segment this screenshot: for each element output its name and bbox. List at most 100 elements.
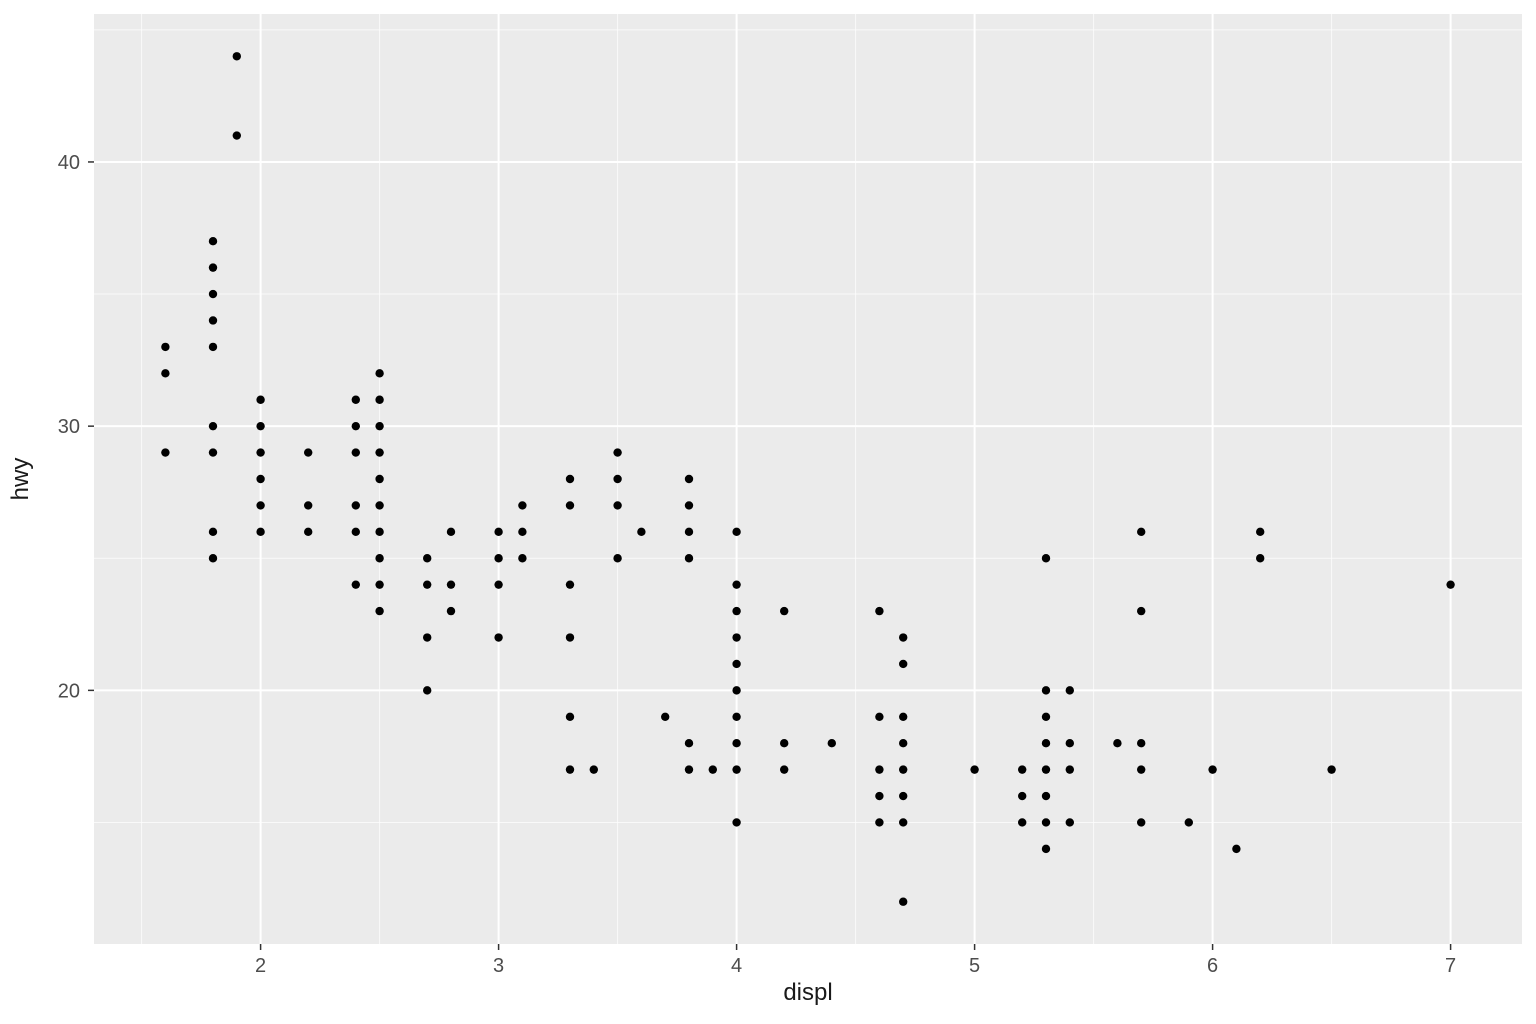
data-point <box>732 818 740 826</box>
data-point <box>1018 792 1026 800</box>
scatter-plot: 234567203040displhwy <box>0 0 1536 1024</box>
data-point <box>161 369 169 377</box>
data-point <box>352 528 360 536</box>
data-point <box>518 554 526 562</box>
data-point <box>209 290 217 298</box>
data-point <box>352 422 360 430</box>
data-point <box>494 633 502 641</box>
data-point <box>209 528 217 536</box>
x-tick-label: 2 <box>255 955 266 977</box>
data-point <box>732 739 740 747</box>
data-point <box>732 633 740 641</box>
data-point <box>875 792 883 800</box>
data-point <box>732 765 740 773</box>
plot-panel <box>94 14 1522 944</box>
data-point <box>1018 765 1026 773</box>
data-point <box>518 528 526 536</box>
data-point <box>1042 713 1050 721</box>
data-point <box>161 448 169 456</box>
y-tick-label: 40 <box>58 152 80 174</box>
data-point <box>685 554 693 562</box>
data-point <box>1042 818 1050 826</box>
data-point <box>304 528 312 536</box>
data-point <box>375 475 383 483</box>
data-point <box>732 713 740 721</box>
data-point <box>494 528 502 536</box>
data-point <box>685 739 693 747</box>
data-point <box>875 765 883 773</box>
data-point <box>1137 607 1145 615</box>
x-tick-label: 5 <box>969 955 980 977</box>
x-tick-label: 6 <box>1207 955 1218 977</box>
data-point <box>1185 818 1193 826</box>
data-point <box>1113 739 1121 747</box>
data-point <box>161 343 169 351</box>
data-point <box>685 501 693 509</box>
chart-container: 234567203040displhwy <box>0 0 1536 1024</box>
data-point <box>304 448 312 456</box>
y-axis: 203040 <box>58 152 94 702</box>
data-point <box>209 263 217 271</box>
x-tick-label: 4 <box>731 955 742 977</box>
data-point <box>447 607 455 615</box>
data-point <box>494 580 502 588</box>
data-point <box>494 554 502 562</box>
data-point <box>209 237 217 245</box>
data-point <box>1066 765 1074 773</box>
data-point <box>423 580 431 588</box>
data-point <box>566 713 574 721</box>
data-point <box>423 554 431 562</box>
data-point <box>1066 818 1074 826</box>
data-point <box>899 633 907 641</box>
data-point <box>1256 528 1264 536</box>
x-axis: 2 3 4 5 6 7 <box>255 944 1456 977</box>
data-point <box>375 448 383 456</box>
data-point <box>1327 765 1335 773</box>
data-point <box>732 580 740 588</box>
data-point <box>256 422 264 430</box>
data-point <box>1256 554 1264 562</box>
data-point <box>423 633 431 641</box>
data-point <box>566 580 574 588</box>
data-point <box>709 765 717 773</box>
data-point <box>375 528 383 536</box>
data-point <box>375 501 383 509</box>
data-point <box>423 686 431 694</box>
data-point <box>518 501 526 509</box>
data-point <box>875 607 883 615</box>
data-point <box>233 131 241 139</box>
data-point <box>375 369 383 377</box>
data-point <box>637 528 645 536</box>
data-point <box>1232 845 1240 853</box>
data-point <box>1042 845 1050 853</box>
data-point <box>1066 686 1074 694</box>
data-point <box>1446 580 1454 588</box>
data-point <box>875 818 883 826</box>
data-point <box>1066 739 1074 747</box>
data-point <box>732 528 740 536</box>
data-point <box>613 448 621 456</box>
data-point <box>352 448 360 456</box>
data-point <box>732 686 740 694</box>
data-point <box>256 475 264 483</box>
data-point <box>1042 792 1050 800</box>
data-point <box>1208 765 1216 773</box>
data-point <box>828 739 836 747</box>
data-point <box>899 765 907 773</box>
data-point <box>566 633 574 641</box>
data-point <box>685 475 693 483</box>
data-point <box>256 501 264 509</box>
data-point <box>899 739 907 747</box>
x-tick-label: 7 <box>1445 955 1456 977</box>
data-point <box>1137 818 1145 826</box>
data-point <box>447 528 455 536</box>
y-axis-title: hwy <box>7 458 34 501</box>
data-point <box>352 396 360 404</box>
data-point <box>970 765 978 773</box>
x-tick-label: 3 <box>493 955 504 977</box>
data-point <box>590 765 598 773</box>
y-tick-label: 20 <box>58 680 80 702</box>
data-point <box>566 765 574 773</box>
data-point <box>352 501 360 509</box>
data-point <box>899 898 907 906</box>
